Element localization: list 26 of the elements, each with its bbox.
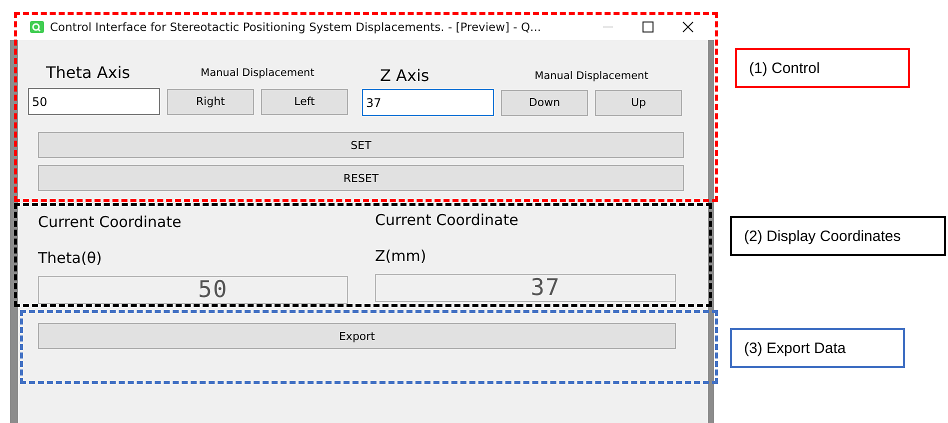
axis-heading: Z Axis: [379, 66, 430, 85]
lcd-display: 50: [38, 276, 348, 304]
export-button[interactable]: Export: [38, 323, 676, 349]
caption: Manual Displacement: [534, 70, 650, 82]
set-button[interactable]: SET: [38, 132, 684, 158]
input-field[interactable]: 37: [362, 89, 494, 116]
callout-label: (3) Export Data: [730, 328, 905, 368]
lcd-display: 37: [375, 274, 676, 302]
reset-button[interactable]: RESET: [38, 165, 684, 191]
displacement-button[interactable]: Right: [167, 88, 254, 114]
close-icon: [682, 21, 694, 33]
input-field[interactable]: 50: [28, 88, 160, 115]
app-icon: [30, 20, 44, 34]
window-title: Control Interface for Stereotactic Positioning System Displacements. - [Preview] - Q...: [50, 20, 542, 34]
displacement-button[interactable]: Down: [501, 90, 588, 116]
callout-label: (1) Control: [735, 48, 910, 88]
section-heading: Current Coordinate: [375, 211, 520, 231]
callout-label: (2) Display Coordinates: [730, 216, 946, 256]
caption: Manual Displacement: [200, 66, 316, 78]
displacement-button[interactable]: Left: [261, 88, 348, 114]
section-heading: Current Coordinate: [38, 213, 182, 233]
displacement-button[interactable]: Up: [595, 90, 682, 116]
axis-label: Z(mm): [375, 247, 428, 267]
axis-label: Theta(θ): [38, 249, 103, 269]
axis-heading: Theta Axis: [45, 63, 132, 82]
maximize-icon: [642, 21, 654, 33]
